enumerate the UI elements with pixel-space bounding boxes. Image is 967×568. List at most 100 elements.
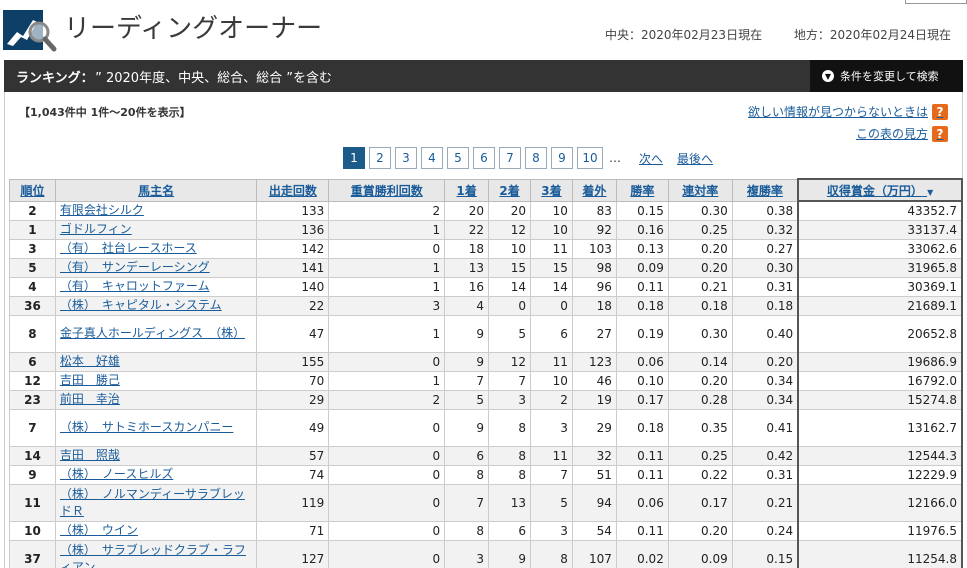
col-unplaced[interactable]: 着外 — [571, 178, 617, 202]
col-rank[interactable]: 順位 — [9, 178, 56, 202]
cell-w1: 4 — [444, 295, 490, 316]
owner-link[interactable]: （株） ノルマンディーサラブレッドＲ — [60, 487, 245, 518]
col-show-rate[interactable]: 複勝率 — [731, 178, 799, 202]
cell-prize: 43352.7 — [797, 200, 963, 221]
col-owner[interactable]: 馬主名 — [54, 178, 258, 202]
owner-link[interactable]: 有限会社シルク — [60, 203, 144, 217]
cell-prize: 11976.5 — [797, 520, 963, 541]
help-missing-link[interactable]: 欲しい情報が見つからないときは ? — [748, 103, 948, 120]
page-4-button[interactable]: 4 — [421, 147, 443, 169]
page-2-button[interactable]: 2 — [369, 147, 391, 169]
owner-link[interactable]: 松本 好雄 — [60, 354, 120, 368]
corner-tab[interactable] — [905, 0, 967, 4]
cell-w1: 9 — [444, 408, 490, 447]
cell-name: （株） キャピタル・システム — [54, 295, 258, 316]
page-8-button[interactable]: 8 — [525, 147, 547, 169]
owner-link[interactable]: 吉田 照哉 — [60, 448, 120, 462]
cell-rank: 1 — [9, 219, 56, 240]
cell-fuku: 0.34 — [731, 370, 799, 391]
owner-link[interactable]: （株） サラブレッドクラブ・ラフィアン — [60, 543, 246, 568]
cell-runs: 119 — [256, 483, 330, 522]
change-condition-label: 条件を変更して検索 — [840, 70, 939, 83]
cell-fuku: 0.24 — [731, 520, 799, 541]
page-7-button[interactable]: 7 — [499, 147, 521, 169]
change-condition-button[interactable]: ▼ 条件を変更して検索 — [810, 60, 963, 92]
cell-name: 松本 好雄 — [54, 351, 258, 372]
cell-win: 0.06 — [615, 483, 669, 522]
page-9-button[interactable]: 9 — [551, 147, 573, 169]
cell-w1: 9 — [444, 351, 490, 372]
cell-out: 27 — [571, 314, 617, 353]
cell-graded: 0 — [328, 539, 446, 568]
cell-graded: 2 — [328, 389, 446, 410]
page-5-button[interactable]: 5 — [447, 147, 469, 169]
cell-w2: 6 — [488, 520, 531, 541]
col-quinella-rate[interactable]: 連対率 — [667, 178, 733, 202]
cell-runs: 140 — [256, 276, 330, 297]
page-3-button[interactable]: 3 — [395, 147, 417, 169]
cell-w1: 20 — [444, 200, 490, 221]
cell-w3: 3 — [530, 520, 573, 541]
table-row: 10 （株） ウイン 71 0 8 6 3 54 0.11 0.20 0.24 11976.5 — [9, 520, 963, 541]
col-third[interactable]: 3着 — [530, 178, 573, 202]
cell-w1: 7 — [444, 370, 490, 391]
owner-link[interactable]: 金子真人ホールディングス （株） — [60, 326, 245, 340]
table-row: 7 （株） サトミホースカンパニー 49 0 9 8 3 29 0.18 0.35 0.41 1316… — [9, 408, 963, 447]
page-10-button[interactable]: 10 — [577, 147, 603, 169]
col-graded-wins[interactable]: 重賞勝利回数 — [328, 178, 446, 202]
col-win-rate[interactable]: 勝率 — [615, 178, 669, 202]
cell-prize: 30369.1 — [797, 276, 963, 297]
table-row: 5 （有） サンデーレーシング 141 1 13 15 15 98 0.09 0.20 0.30 31… — [9, 257, 963, 278]
owner-link[interactable]: （株） ウイン — [60, 523, 138, 537]
help-missing-label: 欲しい情報が見つからないときは — [747, 105, 928, 119]
cell-w2: 9 — [488, 539, 531, 568]
cell-rank: 12 — [9, 370, 56, 391]
cell-fuku: 0.20 — [731, 351, 799, 372]
cell-runs: 141 — [256, 257, 330, 278]
site-logo[interactable] — [3, 10, 57, 52]
owner-link[interactable]: （有） サンデーレーシング — [60, 260, 210, 274]
owner-link[interactable]: 前田 幸治 — [60, 392, 120, 406]
owner-link[interactable]: （有） 社台レースホース — [60, 241, 197, 255]
cell-name: （有） キャロットファーム — [54, 276, 258, 297]
cell-rank: 4 — [9, 276, 56, 297]
owner-link[interactable]: （有） キャロットファーム — [60, 279, 210, 293]
cell-prize: 19686.9 — [797, 351, 963, 372]
cell-win: 0.11 — [615, 445, 669, 466]
cell-win: 0.09 — [615, 257, 669, 278]
cell-name: 前田 幸治 — [54, 389, 258, 410]
last-page-link[interactable]: 最後へ — [677, 150, 713, 167]
cell-win: 0.15 — [615, 200, 669, 221]
owner-link[interactable]: ゴドルフィン — [60, 222, 132, 236]
owner-link[interactable]: 吉田 勝己 — [60, 373, 120, 387]
cell-rank: 7 — [9, 408, 56, 447]
cell-rank: 3 — [9, 238, 56, 259]
col-runs[interactable]: 出走回数 — [256, 178, 330, 202]
cell-name: ゴドルフィン — [54, 219, 258, 240]
help-howto-link[interactable]: この表の見方 ? — [856, 125, 948, 142]
page-6-button[interactable]: 6 — [473, 147, 495, 169]
cell-runs: 29 — [256, 389, 330, 410]
help-howto-label: この表の見方 — [855, 127, 928, 141]
next-page-link[interactable]: 次へ — [639, 150, 663, 167]
table-row: 8 金子真人ホールディングス （株） 47 1 9 5 6 27 0.19 0.30 0.40 206… — [9, 314, 963, 353]
cell-rank: 5 — [9, 257, 56, 278]
table-header-row: 順位 馬主名 出走回数 重賞勝利回数 1着 2着 3着 着外 勝率 連対率 複勝… — [9, 178, 963, 202]
cell-w1: 7 — [444, 483, 490, 522]
cell-fuku: 0.30 — [731, 257, 799, 278]
cell-win: 0.19 — [615, 314, 669, 353]
cell-w2: 12 — [488, 219, 531, 240]
page-1-button[interactable]: 1 — [343, 147, 365, 169]
cell-win: 0.10 — [615, 370, 669, 391]
col-prize-money[interactable]: 収得賞金（万円） ▼ — [797, 178, 963, 202]
cell-runs: 142 — [256, 238, 330, 259]
cell-ren: 0.20 — [667, 520, 733, 541]
col-second[interactable]: 2着 — [488, 178, 531, 202]
owner-link[interactable]: （株） キャピタル・システム — [60, 298, 222, 312]
owner-link[interactable]: （株） ノースヒルズ — [60, 467, 173, 481]
cell-w1: 16 — [444, 276, 490, 297]
date-central: 中央：2020年02月23日現在 — [604, 28, 763, 42]
col-first[interactable]: 1着 — [444, 178, 490, 202]
owner-link[interactable]: （株） サトミホースカンパニー — [60, 420, 233, 434]
cell-fuku: 0.42 — [731, 445, 799, 466]
